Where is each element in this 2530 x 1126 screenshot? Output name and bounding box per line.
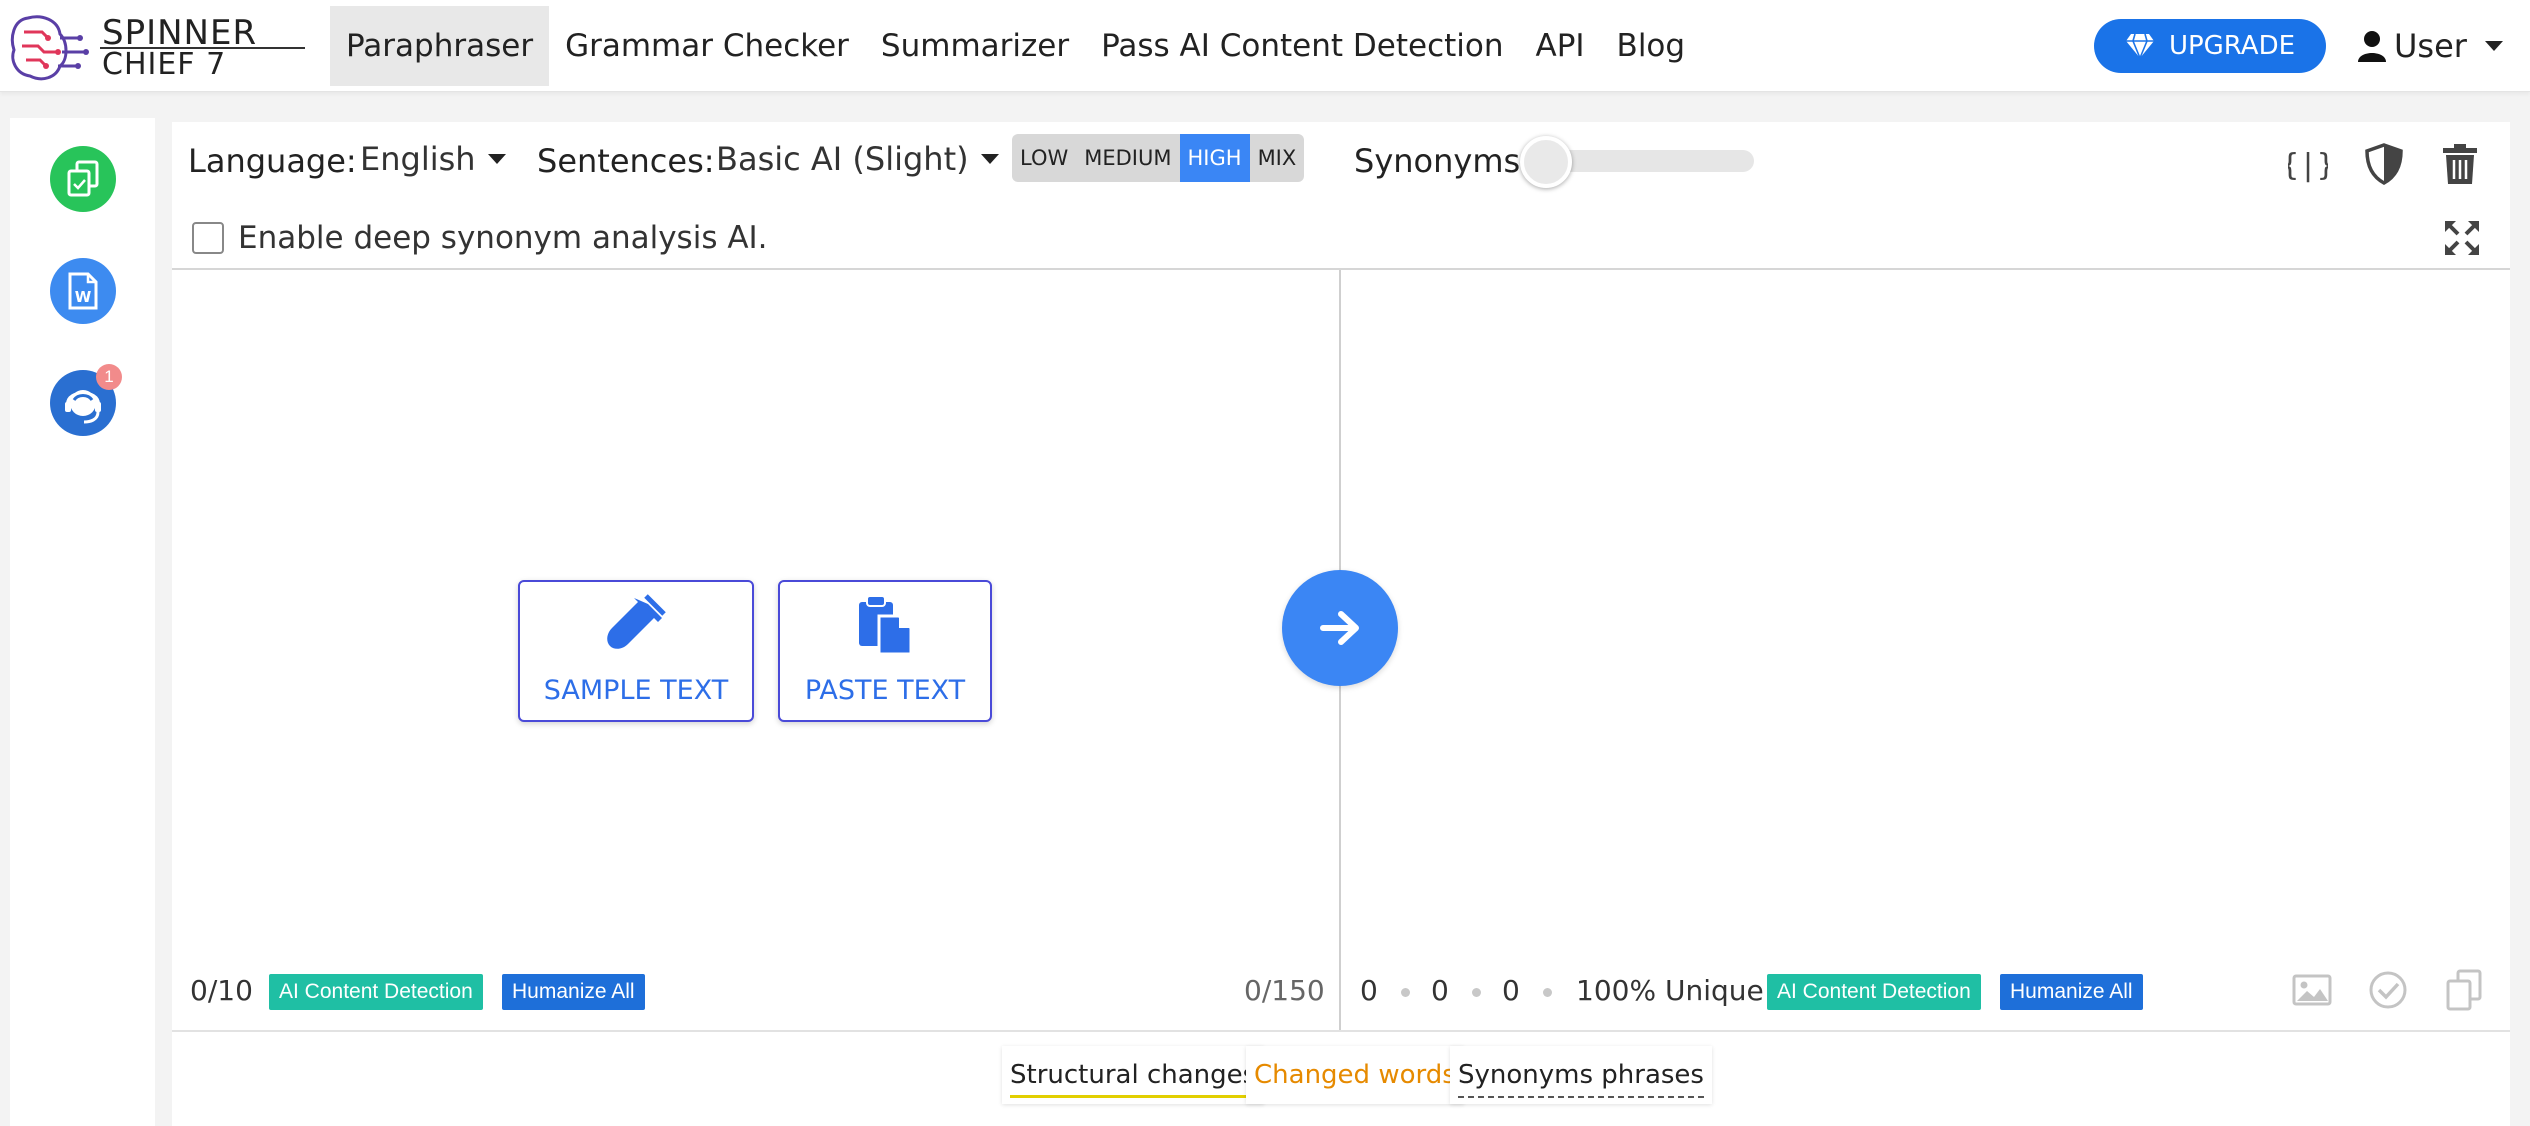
level-selector: LOW MEDIUM HIGH MIX	[1012, 134, 1305, 182]
clipboard-paste-icon	[859, 595, 913, 656]
language-value: English	[360, 140, 476, 178]
expand-icon[interactable]	[2440, 216, 2484, 260]
nav-grammar-checker[interactable]: Grammar Checker	[549, 6, 865, 86]
synonyms-slider[interactable]	[1520, 136, 1754, 188]
legend-underline-dashed	[1458, 1096, 1704, 1098]
copy-document-icon	[67, 160, 99, 197]
level-medium[interactable]: MEDIUM	[1076, 134, 1179, 182]
humanize-all-button-output[interactable]: Humanize All	[2000, 974, 2143, 1010]
brain-circuit-icon	[10, 15, 89, 81]
legend-synonyms-label: Synonyms phrases	[1458, 1060, 1704, 1090]
sentence-count: 0/10	[190, 974, 253, 1007]
svg-text:W: W	[75, 288, 92, 306]
separator-dot	[1543, 988, 1552, 997]
test-tube-icon	[607, 594, 666, 649]
support-agent-icon	[65, 390, 101, 424]
brand-line-2: CHIEF 7	[102, 47, 227, 82]
top-navbar: SPINNER CHIEF 7 Paraphraser Grammar Chec…	[0, 0, 2530, 92]
legend-changed-label: Changed words	[1254, 1060, 1456, 1090]
sample-text-button[interactable]: SAMPLE TEXT	[518, 580, 754, 722]
sentences-select[interactable]: Basic AI (Slight)	[716, 140, 999, 178]
nav-blog[interactable]: Blog	[1601, 6, 1702, 86]
user-menu[interactable]: User	[2358, 20, 2503, 72]
diamond-icon	[2125, 33, 2154, 59]
upgrade-label: UPGRADE	[2168, 31, 2296, 61]
level-low[interactable]: LOW	[1012, 134, 1076, 182]
shield-icon[interactable]	[2362, 142, 2406, 186]
nav-paraphraser[interactable]: Paraphraser	[330, 6, 550, 86]
nav-pass-ai-detection[interactable]: Pass AI Content Detection	[1085, 6, 1519, 86]
word-document-icon: W	[68, 272, 98, 310]
synonyms-slider-handle[interactable]	[1520, 136, 1572, 188]
output-stat-1: 0	[1360, 974, 1378, 1007]
ai-detection-button-input[interactable]: AI Content Detection	[269, 974, 483, 1010]
options-toolbar: Language: English Sentences: Basic AI (S…	[172, 122, 2510, 270]
chevron-down-icon	[2484, 41, 2503, 51]
copy-icon[interactable]	[2442, 968, 2486, 1012]
legend-structural-label: Structural changes	[1010, 1060, 1257, 1090]
language-select[interactable]: English	[360, 140, 506, 178]
svg-text:{|}: {|}	[2288, 148, 2328, 183]
humanize-all-button-input[interactable]: Humanize All	[502, 974, 645, 1010]
footer-divider	[172, 1030, 2510, 1032]
uniqueness-score: 100% Unique	[1576, 974, 1764, 1007]
code-braces-icon[interactable]: {|}	[2286, 142, 2330, 186]
notification-badge: 1	[96, 364, 122, 390]
sidebar-item-copy[interactable]	[50, 146, 116, 212]
paste-text-button[interactable]: PASTE TEXT	[778, 580, 992, 722]
paste-text-label: PASTE TEXT	[804, 675, 966, 706]
image-icon[interactable]	[2290, 968, 2334, 1012]
nav-summarizer[interactable]: Summarizer	[865, 6, 1085, 86]
sidebar-item-support[interactable]: 1	[50, 364, 122, 436]
left-sidebar: W 1	[10, 118, 155, 1126]
ai-detection-button-output[interactable]: AI Content Detection	[1767, 974, 1981, 1010]
synonyms-label: Synonyms:	[1354, 142, 1531, 180]
sentences-value: Basic AI (Slight)	[716, 140, 969, 178]
main-nav: Paraphraser Grammar Checker Summarizer P…	[330, 6, 1701, 86]
upgrade-button[interactable]: UPGRADE	[2094, 19, 2326, 73]
deep-synonym-label: Enable deep synonym analysis AI.	[238, 220, 768, 256]
sentences-label: Sentences:	[537, 142, 715, 180]
brand-line-1: SPINNER	[102, 13, 258, 53]
user-label: User	[2394, 27, 2467, 65]
output-stat-2: 0	[1431, 974, 1449, 1007]
legend-synonyms-phrases: Synonyms phrases	[1450, 1046, 1712, 1104]
chevron-down-icon	[980, 154, 999, 164]
legend-changed-words: Changed words	[1246, 1046, 1464, 1104]
separator-dot	[1401, 988, 1410, 997]
paraphrase-go-button[interactable]	[1282, 570, 1398, 686]
arrow-right-icon	[1320, 611, 1359, 645]
sample-text-label: SAMPLE TEXT	[543, 675, 729, 706]
level-mix[interactable]: MIX	[1250, 134, 1305, 182]
user-icon	[2358, 31, 2386, 62]
char-count: 0/150	[1244, 974, 1325, 1007]
deep-synonym-checkbox[interactable]	[192, 222, 224, 254]
brand-logo[interactable]: SPINNER CHIEF 7	[8, 8, 305, 84]
trash-icon[interactable]	[2438, 142, 2482, 186]
check-circle-icon[interactable]	[2366, 968, 2410, 1012]
level-high[interactable]: HIGH	[1179, 134, 1250, 182]
language-label: Language:	[188, 142, 357, 180]
paraphraser-panel: Language: English Sentences: Basic AI (S…	[172, 122, 2510, 1126]
chevron-down-icon	[487, 154, 506, 164]
legend-underline-solid	[1010, 1095, 1257, 1098]
nav-api[interactable]: API	[1520, 6, 1601, 86]
output-stat-3: 0	[1502, 974, 1520, 1007]
separator-dot	[1472, 988, 1481, 997]
sidebar-item-word[interactable]: W	[50, 258, 116, 324]
legend-structural-changes: Structural changes	[1002, 1046, 1265, 1104]
